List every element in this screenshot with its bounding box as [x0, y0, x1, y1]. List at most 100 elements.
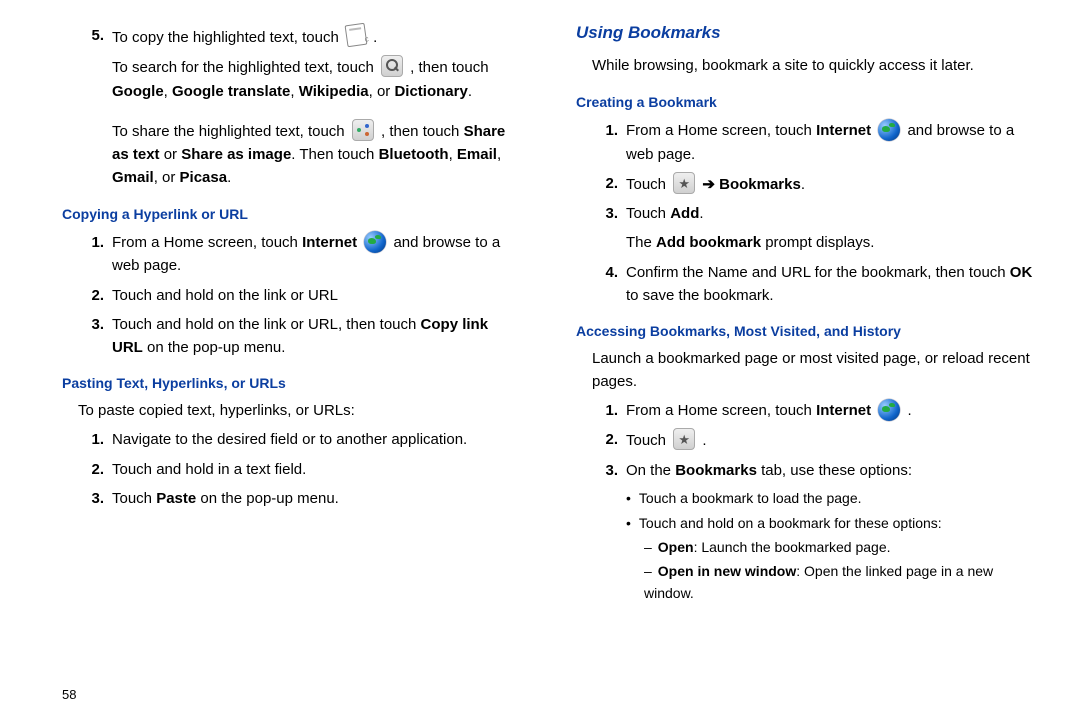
text: Touch and hold on the link or URL, then … [112, 316, 421, 333]
section-using-bookmarks: Using Bookmarks [576, 20, 1036, 46]
arrow: ➔ [702, 176, 719, 193]
left-column: 5. To copy the highlighted text, touch .… [62, 18, 522, 700]
search-icon [381, 55, 403, 77]
right-column: Using Bookmarks While browsing, bookmark… [576, 18, 1036, 700]
paste-step-2: 2. Touch and hold in a text field. [78, 458, 522, 481]
step-body: From a Home screen, touch Internet . [626, 399, 1036, 422]
text: , [497, 146, 501, 163]
bold: Picasa [180, 169, 228, 186]
text: From a Home screen, touch [626, 122, 816, 139]
bold: Add bookmark [656, 234, 761, 251]
step-number: 5. [78, 24, 104, 49]
step-body: To copy the highlighted text, touch . [112, 24, 522, 49]
step-number: 3. [592, 202, 618, 225]
step-body: Touch and hold on the link or URL, then … [112, 313, 522, 360]
create-step-3: 3. Touch Add. [592, 202, 1036, 225]
create-step-1: 1. From a Home screen, touch Internet an… [592, 119, 1036, 166]
step-number: 1. [592, 119, 618, 166]
bookmarks-intro: While browsing, bookmark a site to quick… [592, 54, 1036, 77]
bold: Google translate [172, 83, 290, 100]
text: : Launch the bookmarked page. [694, 539, 891, 555]
subhead-copying: Copying a Hyperlink or URL [62, 204, 522, 226]
text: Touch [626, 176, 670, 193]
copy-icon [345, 23, 368, 48]
step-number: 2. [78, 458, 104, 481]
text: . [907, 402, 911, 419]
text: or [160, 146, 182, 163]
create-step-3-cont: The Add bookmark prompt displays. [626, 231, 1036, 254]
text: . Then touch [291, 146, 378, 163]
step-body: On the Bookmarks tab, use these options: [626, 459, 1036, 482]
step-number: 1. [78, 428, 104, 451]
bold: Share as image [181, 146, 291, 163]
bold: Open [658, 539, 694, 555]
subhead-accessing: Accessing Bookmarks, Most Visited, and H… [576, 321, 1036, 343]
copy-step-2: 2. Touch and hold on the link or URL [78, 284, 522, 307]
access-step-2: 2. Touch . [592, 428, 1036, 452]
text: To share the highlighted text, touch [112, 123, 345, 140]
manual-page: 5. To copy the highlighted text, touch .… [0, 0, 1080, 720]
bookmark-star-icon [673, 428, 695, 450]
step-body: Touch and hold on the link or URL [112, 284, 522, 307]
bold: Dictionary [394, 83, 467, 100]
text: , then touch [410, 59, 488, 76]
bold: Internet [816, 122, 871, 139]
subhead-pasting: Pasting Text, Hyperlinks, or URLs [62, 373, 522, 395]
step-number: 2. [78, 284, 104, 307]
step-number: 1. [78, 231, 104, 278]
text: To search for the highlighted text, touc… [112, 59, 374, 76]
bold: Internet [816, 402, 871, 419]
step-body: Touch . [626, 428, 1036, 452]
step-number: 3. [78, 487, 104, 510]
bold: Bookmarks [675, 462, 757, 479]
text: , [449, 146, 457, 163]
bold: Paste [156, 490, 196, 507]
text: . [373, 29, 377, 46]
globe-icon [878, 119, 900, 141]
step-body: Navigate to the desired field or to anot… [112, 428, 522, 451]
copy-step-1: 1. From a Home screen, touch Internet an… [78, 231, 522, 278]
step-number: 1. [592, 399, 618, 422]
bullets: Touch a bookmark to load the page. Touch… [626, 488, 1036, 534]
text: . [468, 83, 472, 100]
text: , then touch [381, 123, 464, 140]
text: From a Home screen, touch [626, 402, 816, 419]
text: on the pop-up menu. [143, 339, 286, 356]
text: on the pop-up menu. [196, 490, 339, 507]
step-5: 5. To copy the highlighted text, touch . [78, 24, 522, 49]
text: To copy the highlighted text, touch [112, 29, 339, 46]
page-number: 58 [62, 687, 76, 702]
access-intro: Launch a bookmarked page or most visited… [592, 347, 1036, 394]
text: to save the bookmark. [626, 287, 774, 304]
step-body: Touch ➔ Bookmarks. [626, 172, 1036, 196]
text: , or [154, 169, 180, 186]
bold: Gmail [112, 169, 154, 186]
text: The [626, 234, 656, 251]
text: , [290, 83, 298, 100]
text: . [801, 176, 805, 193]
text: prompt displays. [761, 234, 874, 251]
text: Touch and hold on a bookmark for these o… [639, 515, 942, 531]
bold: Email [457, 146, 497, 163]
paste-step-3: 3. Touch Paste on the pop-up menu. [78, 487, 522, 510]
bold: Bluetooth [379, 146, 449, 163]
share-icon [352, 119, 374, 141]
text: Touch [626, 432, 670, 449]
step-number: 4. [592, 261, 618, 308]
step-number: 2. [592, 172, 618, 196]
step-number: 2. [592, 428, 618, 452]
text: Touch a bookmark to load the page. [639, 490, 862, 506]
bookmark-star-icon [673, 172, 695, 194]
text: . [702, 432, 706, 449]
globe-icon [364, 231, 386, 253]
bold: Google [112, 83, 164, 100]
step-body: From a Home screen, touch Internet and b… [626, 119, 1036, 166]
text: , [164, 83, 172, 100]
paste-intro: To paste copied text, hyperlinks, or URL… [78, 399, 522, 422]
create-step-4: 4. Confirm the Name and URL for the book… [592, 261, 1036, 308]
copy-step-3: 3. Touch and hold on the link or URL, th… [78, 313, 522, 360]
bold: Add [670, 205, 699, 222]
text: On the [626, 462, 675, 479]
bold: OK [1010, 264, 1033, 281]
sub-1: Open: Launch the bookmarked page. [644, 537, 1036, 559]
